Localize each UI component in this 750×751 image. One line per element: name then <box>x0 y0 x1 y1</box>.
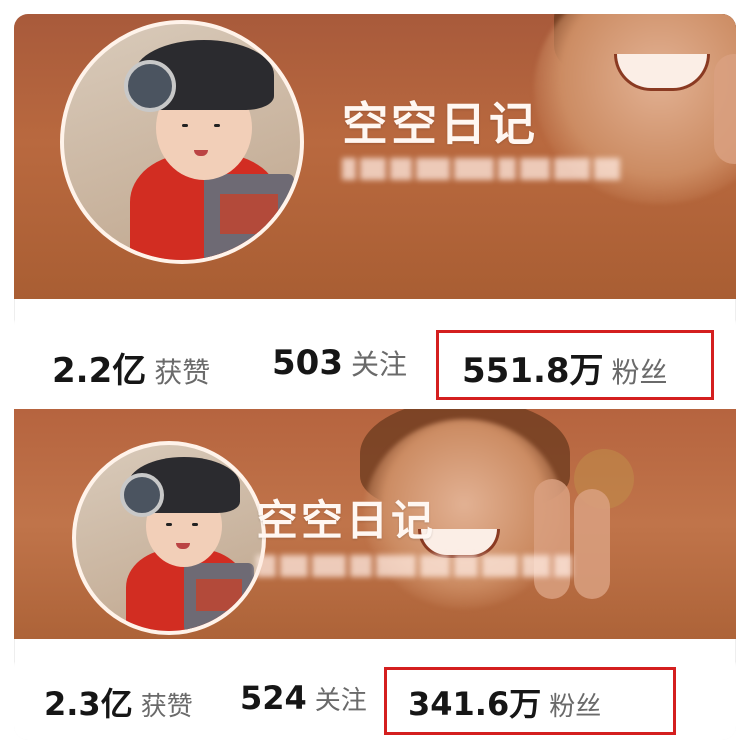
avatar[interactable] <box>60 20 304 264</box>
stat-value: 2.3亿 <box>44 685 133 723</box>
nickname: 空空日记 <box>342 97 538 151</box>
stat-label: 关注 <box>350 348 407 381</box>
stat-following[interactable]: 503 关注 <box>272 343 407 383</box>
stats-bar-2: 2.3亿 获赞 524 关注 341.6万 粉丝 <box>14 651 736 740</box>
profile-card-2: 空空日记 2.3亿 获赞 524 关注 341.6万 粉丝 <box>14 409 736 740</box>
stat-value: 524 <box>240 679 307 717</box>
blurred-user-id <box>342 158 620 180</box>
blurred-user-id <box>256 555 572 577</box>
highlight-box <box>384 667 676 735</box>
stat-value: 2.2亿 <box>52 351 147 391</box>
nickname: 空空日记 <box>256 496 437 545</box>
highlight-box <box>436 330 714 400</box>
stat-value: 503 <box>272 343 343 383</box>
stat-label: 获赞 <box>140 692 193 722</box>
stat-label: 关注 <box>314 686 367 716</box>
stat-likes[interactable]: 2.3亿 获赞 <box>44 679 193 725</box>
avatar[interactable] <box>72 441 266 635</box>
profile-card-1: 空空日记 2.2亿 获赞 503 关注 551.8万 粉丝 <box>14 14 736 409</box>
screenshot-collage: 空空日记 2.2亿 获赞 503 关注 551.8万 粉丝 空空日记 2.3亿 … <box>14 14 736 740</box>
stat-following[interactable]: 524 关注 <box>240 679 367 717</box>
stats-bar-1: 2.2亿 获赞 503 关注 551.8万 粉丝 <box>14 309 736 409</box>
stat-label: 获赞 <box>154 356 211 389</box>
stat-likes[interactable]: 2.2亿 获赞 <box>52 343 210 392</box>
